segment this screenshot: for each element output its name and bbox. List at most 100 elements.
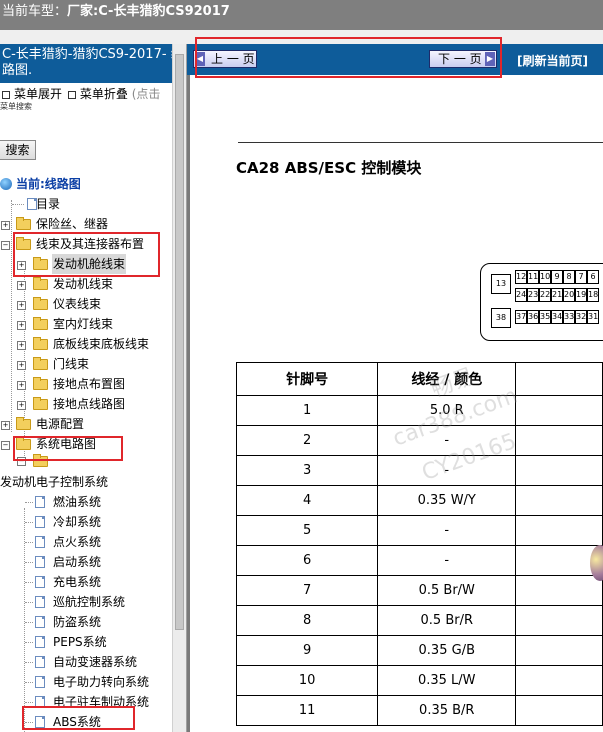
- tree-label: 门线束: [53, 357, 90, 371]
- annotation-box: [22, 706, 135, 730]
- tree-guide-line: [12, 204, 24, 205]
- expand-plus-icon[interactable]: +: [17, 321, 26, 330]
- decorative-image: [590, 545, 603, 581]
- expand-plus-icon[interactable]: +: [17, 281, 26, 290]
- connector-pin: 36: [527, 310, 539, 324]
- table-row: 11 0.35 B/R: [235, 695, 603, 726]
- tree-label: 发动机电子控制系统: [0, 475, 109, 489]
- collapse-all-link[interactable]: 菜单折叠: [80, 87, 128, 101]
- table-row: 5-: [235, 515, 603, 546]
- wire-spec: -: [377, 515, 517, 546]
- table-cell: [515, 515, 603, 546]
- content-pane: ◀ 上 一 页 下 一 页 ▶ [刷新当前页] CA28 ABS/ESC 控制模…: [187, 44, 603, 732]
- tree-label: 目录: [36, 197, 61, 211]
- tree-label: 电源配置: [36, 417, 85, 431]
- connector-pin: 18: [587, 288, 599, 302]
- table-row: 9 0.35 G/B: [235, 635, 603, 666]
- pin-number: 10: [235, 665, 379, 696]
- annotation-box: [13, 436, 123, 461]
- folder-icon: [16, 217, 31, 230]
- tree-guide-line: [25, 702, 33, 703]
- connector-pin: 12: [515, 270, 527, 284]
- tree-guide-line: [25, 682, 33, 683]
- connector-pin: 31: [587, 310, 599, 324]
- folder-icon: [33, 317, 48, 330]
- document-icon: [35, 576, 45, 588]
- sidebar-header: C-长丰猎豹-猎豹CS9-2017- 线路图.: [0, 44, 186, 83]
- tree-guide-line: [25, 562, 33, 563]
- column-header: 针脚号: [235, 362, 379, 396]
- menu-search-title: 菜单搜索: [0, 102, 32, 111]
- pin-number: 11: [235, 695, 379, 726]
- connector-pin: 10: [539, 270, 551, 284]
- scrollbar-thumb[interactable]: [175, 54, 184, 630]
- tree-label: 启动系统: [53, 555, 102, 569]
- pin-number: 3: [235, 455, 379, 486]
- expand-all-link[interactable]: 菜单展开: [14, 87, 62, 101]
- refresh-page-link[interactable]: [刷新当前页]: [517, 52, 588, 69]
- connector-pin: 38: [491, 308, 511, 328]
- connector-pin: 37: [515, 310, 527, 324]
- connector-pin: 35: [539, 310, 551, 324]
- document-icon: [35, 676, 45, 688]
- connector-pin: 9: [551, 270, 563, 284]
- table-row: 8 0.5 Br/R: [235, 605, 603, 636]
- table-row: 4 0.35 W/Y: [235, 485, 603, 516]
- connector-pin: 34: [551, 310, 563, 324]
- expand-plus-icon[interactable]: +: [1, 421, 10, 430]
- tree-label: 保险丝、继器: [36, 217, 109, 231]
- tree-guide-line: [25, 582, 33, 583]
- tree-label: 冷却系统: [53, 515, 102, 529]
- tree-guide-line: [11, 200, 12, 432]
- document-icon: [35, 516, 45, 528]
- tree-label: 燃油系统: [53, 495, 102, 509]
- document-icon: [35, 656, 45, 668]
- collapse-minus-icon[interactable]: −: [1, 241, 10, 250]
- tree-label: 室内灯线束: [53, 317, 114, 331]
- collapse-minus-icon[interactable]: −: [1, 441, 10, 450]
- expand-plus-icon[interactable]: +: [17, 361, 26, 370]
- pin-number: 2: [235, 425, 379, 456]
- expand-plus-icon[interactable]: +: [17, 401, 26, 410]
- collapse-hint: (点击: [131, 87, 161, 101]
- table-cell: [515, 455, 603, 486]
- tree-label: 仪表线束: [53, 297, 102, 311]
- expand-plus-icon[interactable]: +: [17, 381, 26, 390]
- table-cell: [515, 605, 603, 636]
- document-icon: [35, 556, 45, 568]
- folder-icon: [33, 357, 48, 370]
- document-icon: [35, 536, 45, 548]
- table-cell: [515, 635, 603, 666]
- connector-pin: 13: [491, 274, 511, 294]
- tree-label: 底板线束底板线束: [53, 337, 150, 351]
- connector-pin: 20: [563, 288, 575, 302]
- folder-icon: [33, 297, 48, 310]
- folder-icon: [33, 377, 48, 390]
- sidebar-scrollbar[interactable]: [172, 44, 186, 732]
- pin-number: 9: [235, 635, 379, 666]
- connector-pin: 7: [575, 270, 587, 284]
- column-header: [515, 362, 603, 396]
- table-row: 3-: [235, 455, 603, 486]
- wire-spec: 0.35 G/B: [377, 635, 517, 666]
- model-prefix: 当前车型：: [2, 4, 68, 19]
- document-viewer: CA28 ABS/ESC 控制模块 13 38 12 11 10 9 8 7 6…: [187, 75, 603, 732]
- tree-guide-line: [25, 642, 33, 643]
- tree-guide-line: [25, 602, 33, 603]
- connector-pin: 6: [587, 270, 599, 284]
- tree-label: 接地点布置图: [53, 377, 126, 391]
- table-row: 6-: [235, 545, 603, 576]
- table-header-row: 针脚号 线经 / 颜色: [235, 362, 603, 396]
- wire-spec: 0.35 B/R: [377, 695, 517, 726]
- folder-icon: [33, 337, 48, 350]
- table-cell: [515, 485, 603, 516]
- search-button[interactable]: 搜索: [0, 140, 36, 160]
- annotation-box: [13, 232, 160, 277]
- connector-pin: 33: [563, 310, 575, 324]
- wire-spec: 0.35 L/W: [377, 665, 517, 696]
- tree-label: 自动变速器系统: [53, 655, 138, 669]
- expand-plus-icon[interactable]: +: [1, 221, 10, 230]
- vehicle-model: 厂家:C-长丰猎豹CS92017: [67, 4, 230, 19]
- expand-plus-icon[interactable]: +: [17, 341, 26, 350]
- expand-plus-icon[interactable]: +: [17, 301, 26, 310]
